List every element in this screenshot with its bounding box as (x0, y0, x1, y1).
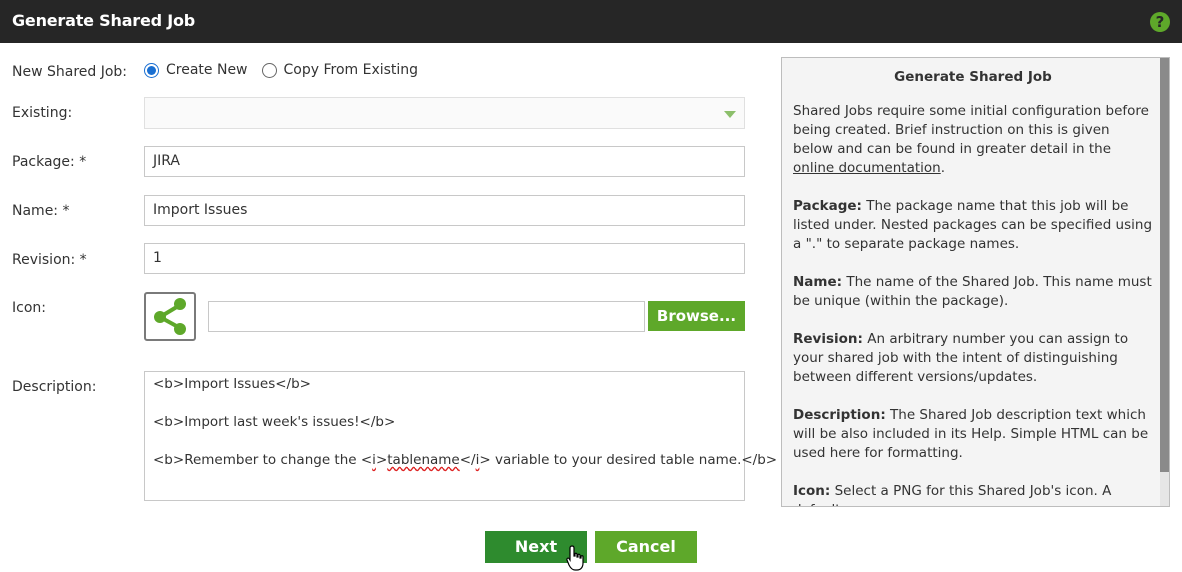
copy-from-existing-label[interactable]: Copy From Existing (284, 62, 419, 78)
help-section-revision: Revision: An arbitrary number you can as… (793, 330, 1153, 387)
new-shared-job-radio-group: Create New Copy From Existing (144, 62, 432, 78)
description-textarea[interactable]: <b>Import Issues</b> <b>Import last week… (144, 371, 777, 501)
description-line-3: <b>Remember to change the <i>tablename</… (153, 451, 777, 470)
copy-from-existing-radio[interactable] (261, 62, 277, 78)
share-icon[interactable] (144, 292, 196, 341)
spellcheck-tablename: tablename (387, 452, 460, 468)
help-icon[interactable]: ? (1150, 12, 1170, 32)
icon-file-input[interactable] (208, 301, 645, 332)
help-text: Select a PNG for this Shared Job's icon.… (793, 483, 1112, 506)
name-input[interactable]: Import Issues (144, 195, 745, 226)
cancel-button[interactable]: Cancel (595, 531, 697, 563)
help-section-package: Package: The package name that this job … (793, 197, 1153, 254)
help-term: Name: (793, 274, 843, 290)
help-intro-end: . (940, 160, 946, 176)
help-panel: Generate Shared Job Shared Jobs require … (781, 57, 1170, 507)
create-new-label[interactable]: Create New (166, 62, 248, 78)
icon-label: Icon: (12, 300, 46, 316)
existing-select[interactable] (144, 97, 745, 129)
help-section-icon: Icon: Select a PNG for this Shared Job's… (793, 482, 1153, 506)
description-label: Description: (12, 379, 97, 395)
description-line-3-post1: </ (459, 452, 476, 468)
revision-input[interactable]: 1 (144, 243, 745, 274)
help-section-name: Name: The name of the Shared Job. This n… (793, 273, 1153, 311)
chevron-down-icon[interactable] (724, 111, 736, 118)
help-intro: Shared Jobs require some initial configu… (793, 102, 1153, 178)
description-line-1: <b>Import Issues</b> (153, 376, 311, 392)
help-term: Revision: (793, 331, 863, 347)
browse-button[interactable]: Browse... (648, 301, 745, 331)
help-text: The name of the Shared Job. This name mu… (793, 274, 1152, 309)
description-line-2: <b>Import last week's issues!</b> (153, 414, 396, 430)
help-title: Generate Shared Job (894, 69, 1052, 85)
revision-label: Revision: * (12, 252, 87, 268)
existing-label: Existing: (12, 105, 73, 121)
help-term: Package: (793, 198, 862, 214)
help-intro-text: Shared Jobs require some initial configu… (793, 103, 1149, 157)
help-section-description: Description: The Shared Job description … (793, 406, 1153, 463)
description-line-3-post2: > variable to your desired table name.</… (479, 452, 778, 468)
name-label: Name: * (12, 203, 70, 219)
help-term: Icon: (793, 483, 831, 499)
help-scrollbar-thumb[interactable] (1160, 58, 1169, 472)
package-label: Package: * (12, 154, 87, 170)
description-line-3-tag-close: > (375, 452, 388, 468)
title-bar: Generate Shared Job ? (0, 0, 1182, 43)
package-input[interactable]: JIRA (144, 146, 745, 177)
help-scrollbar[interactable] (1160, 58, 1169, 506)
create-new-radio[interactable] (144, 62, 159, 78)
help-content: Generate Shared Job Shared Jobs require … (793, 58, 1153, 506)
online-documentation-link[interactable]: online documentation (793, 160, 941, 176)
hand-cursor-icon (566, 545, 584, 571)
dialog-title: Generate Shared Job (12, 11, 196, 30)
description-line-3-pre: <b>Remember to change the < (153, 452, 373, 468)
new-shared-job-label: New Shared Job: (12, 64, 128, 80)
help-term: Description: (793, 407, 886, 423)
